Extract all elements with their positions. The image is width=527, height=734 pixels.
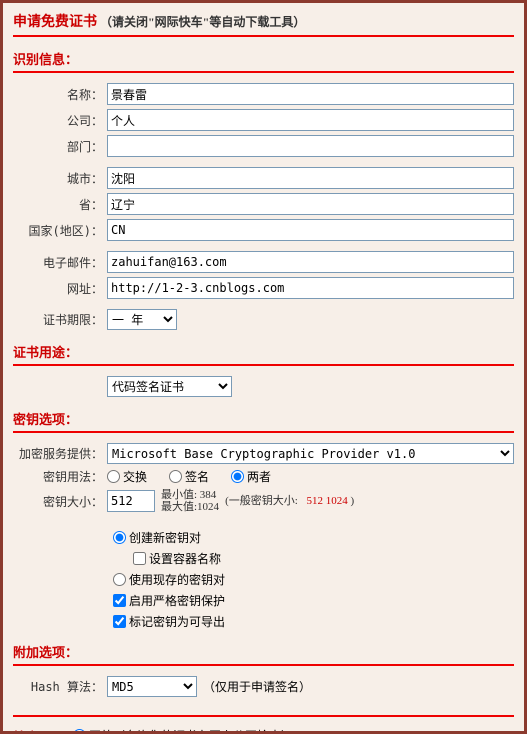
email-input[interactable]	[107, 251, 514, 273]
page-title: 申请免费证书	[13, 15, 97, 30]
radio-sign-input[interactable]	[169, 470, 182, 483]
key-size-input[interactable]	[107, 490, 155, 512]
divider	[13, 71, 514, 73]
company-input[interactable]	[107, 109, 514, 131]
key-size-range: 最小值: 384 最大值:1024	[161, 489, 219, 513]
radio-exchange[interactable]: 交换	[107, 468, 147, 485]
label-company: 公司：	[13, 112, 107, 129]
label-period: 证书期限：	[13, 311, 107, 328]
hash-note: （仅用于申请签名）	[203, 678, 311, 695]
city-input[interactable]	[107, 167, 514, 189]
label-email: 电子邮件：	[13, 254, 107, 271]
label-csp: 加密服务提供：	[13, 445, 107, 462]
radio-use-existing-input[interactable]	[113, 573, 126, 586]
section-extra: 附加选项：	[13, 642, 514, 661]
period-select[interactable]: 一 年	[107, 309, 177, 330]
dept-input[interactable]	[107, 135, 514, 157]
divider	[13, 35, 514, 37]
title-row: 申请免费证书 （请关闭"网际快车"等自动下载工具）	[13, 11, 514, 31]
label-key-usage: 密钥用法：	[13, 468, 107, 485]
url-input[interactable]	[107, 277, 514, 299]
radio-create-new[interactable]: 创建新密钥对	[113, 529, 514, 546]
divider	[13, 431, 514, 433]
label-city: 城市：	[13, 170, 107, 187]
label-hash: Hash 算法：	[13, 678, 107, 695]
divider	[13, 715, 514, 717]
label-province: 省：	[13, 196, 107, 213]
section-key: 密钥选项：	[13, 409, 514, 428]
radio-use-existing[interactable]: 使用现存的密钥对	[113, 571, 514, 588]
radio-both-input[interactable]	[231, 470, 244, 483]
radio-both[interactable]: 两者	[231, 468, 271, 485]
radio-archive-open-input[interactable]	[73, 729, 86, 734]
divider	[13, 664, 514, 666]
radio-sign[interactable]: 签名	[169, 468, 209, 485]
usage-select[interactable]: 代码签名证书	[107, 376, 232, 397]
label-url: 网址：	[13, 280, 107, 297]
check-strict-protect[interactable]: 启用严格密钥保护	[113, 592, 514, 609]
divider	[13, 364, 514, 366]
main-panel: 申请免费证书 （请关闭"网际快车"等自动下载工具） 识别信息： 名称： 公司： …	[0, 0, 527, 734]
label-key-size: 密钥大小：	[13, 493, 107, 510]
check-mark-exportable-input[interactable]	[113, 615, 126, 628]
radio-exchange-input[interactable]	[107, 470, 120, 483]
label-country: 国家(地区)：	[13, 222, 107, 239]
country-input[interactable]	[107, 219, 514, 241]
section-archive: 档案：	[13, 727, 73, 734]
check-strict-protect-input[interactable]	[113, 594, 126, 607]
radio-archive-open[interactable]: 开放（允许您的证书在网上公开检索）	[73, 727, 492, 734]
check-set-container-input[interactable]	[133, 552, 146, 565]
name-input[interactable]	[107, 83, 514, 105]
hash-select[interactable]: MD5	[107, 676, 197, 697]
title-note: （请关闭"网际快车"等自动下载工具）	[100, 15, 305, 29]
check-set-container[interactable]: 设置容器名称	[133, 550, 514, 567]
section-usage: 证书用途：	[13, 342, 514, 361]
check-mark-exportable[interactable]: 标记密钥为可导出	[113, 613, 514, 630]
section-identity: 识别信息：	[13, 49, 514, 68]
radio-create-new-input[interactable]	[113, 531, 126, 544]
key-size-common: (一般密钥大小: 512 1024 )	[225, 495, 354, 507]
province-input[interactable]	[107, 193, 514, 215]
label-name: 名称：	[13, 86, 107, 103]
csp-select[interactable]: Microsoft Base Cryptographic Provider v1…	[107, 443, 514, 464]
label-dept: 部门：	[13, 138, 107, 155]
